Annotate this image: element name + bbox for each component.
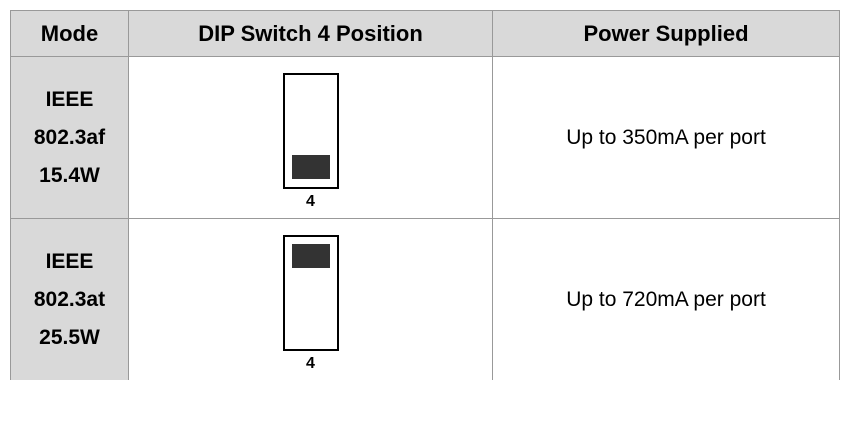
table-row: IEEE 802.3at 25.5W 4 Up to 720mA per por… — [10, 218, 840, 380]
mode-version: 802.3at — [33, 287, 106, 311]
mode-wattage: 25.5W — [39, 325, 100, 349]
dip-switch-cell: 4 — [129, 57, 493, 218]
mode-standard: IEEE — [45, 87, 94, 111]
mode-version: 802.3af — [33, 125, 106, 149]
dip-switch-diagram: 4 — [282, 234, 339, 373]
power-cell: Up to 720mA per port — [493, 219, 840, 380]
mode-standard: IEEE — [45, 249, 94, 273]
header-power-supplied: Power Supplied — [493, 11, 840, 56]
dip-switch-body — [282, 72, 339, 189]
dip-switch-slider-down — [291, 154, 330, 179]
mode-cell: IEEE 802.3af 15.4W — [10, 57, 129, 218]
dip-switch-number: 4 — [306, 192, 315, 210]
dip-switch-body — [282, 234, 339, 351]
mode-wattage: 15.4W — [39, 163, 100, 187]
power-mode-table: Mode DIP Switch 4 Position Power Supplie… — [10, 10, 840, 380]
table-header-row: Mode DIP Switch 4 Position Power Supplie… — [10, 10, 840, 56]
header-mode: Mode — [10, 11, 129, 56]
dip-switch-number: 4 — [306, 354, 315, 372]
power-cell: Up to 350mA per port — [493, 57, 840, 218]
header-dip-switch: DIP Switch 4 Position — [129, 11, 493, 56]
mode-cell: IEEE 802.3at 25.5W — [10, 219, 129, 380]
dip-switch-slider-up — [291, 243, 330, 268]
dip-switch-diagram: 4 — [282, 72, 339, 211]
table-row: IEEE 802.3af 15.4W 4 Up to 350mA per por… — [10, 56, 840, 218]
dip-switch-cell: 4 — [129, 219, 493, 380]
